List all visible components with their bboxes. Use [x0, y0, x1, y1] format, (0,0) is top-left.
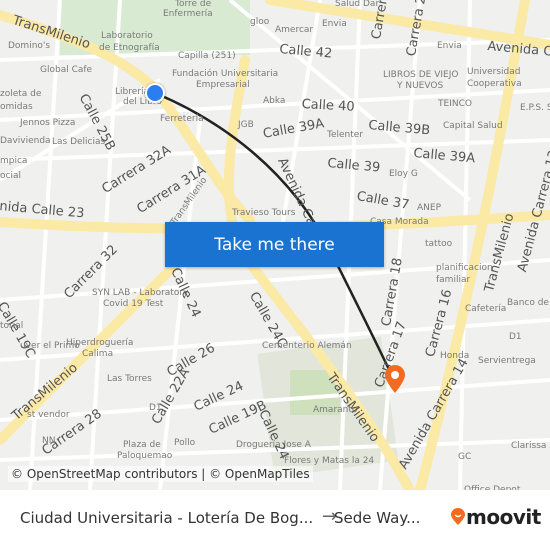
map[interactable]: TransMilenio Torre de Enfermería Laboratori…	[0, 0, 550, 490]
map-label: Enfermería	[163, 9, 213, 19]
map-label: TEINCO	[438, 99, 472, 109]
map-label: Telenter	[327, 130, 364, 140]
map-label: NN	[42, 436, 56, 446]
map-label: omidas	[0, 102, 33, 112]
map-label: Pollo	[174, 438, 196, 448]
map-label: Capital Salud	[443, 121, 503, 131]
map-label: Calle 40	[301, 97, 355, 115]
map-label: Universidad	[467, 67, 521, 77]
map-label: mpica	[0, 156, 28, 166]
map-label: torial	[0, 321, 24, 331]
map-label: Envia	[437, 41, 462, 51]
map-label: Flores y Matas la 24	[284, 456, 375, 466]
map-label: Honda	[440, 351, 470, 361]
map-label: Abka	[263, 96, 286, 106]
map-label: Amercar	[275, 25, 314, 35]
map-label: Paloquemao	[117, 451, 173, 461]
map-label: de Etnografía	[99, 43, 160, 53]
map-label: Jennos Pizza	[20, 118, 76, 128]
map-label: Domino's	[8, 41, 51, 51]
map-label: Global Cafe	[40, 65, 93, 75]
map-label: LIBROS DE VIEJO	[383, 70, 459, 80]
map-label: D1	[149, 403, 162, 413]
map-label: Y NUEVOS	[397, 81, 444, 91]
moovit-pin-icon	[451, 508, 465, 525]
map-attribution[interactable]: © OpenStreetMap contributors | © OpenMap…	[8, 466, 313, 482]
map-label: Torre de	[175, 0, 212, 9]
map-label: ANEP	[417, 203, 442, 213]
map-label: Cementerio Alemán	[262, 341, 352, 351]
map-label: st vendor	[27, 410, 70, 420]
map-label: SYN LAB - Laboratory	[92, 288, 189, 298]
map-label: Ferretería	[160, 114, 204, 124]
origin-stop-name: Ciudad Universitaria - Lotería De Bog...	[20, 509, 314, 527]
map-label: familiar	[436, 275, 471, 285]
map-label: Calima	[82, 349, 114, 359]
map-label: Cafetería	[465, 304, 507, 314]
map-label: Servientrega	[478, 356, 536, 366]
map-label: ocial	[0, 171, 21, 181]
map-label: JGB	[238, 120, 254, 130]
map-label: E.P.S. Sánitas	[520, 103, 550, 113]
map-label: zoleta de	[0, 89, 42, 99]
map-label: Covid 19 Test	[103, 299, 164, 309]
map-label: tattoo	[425, 239, 453, 249]
map-label: Empresarial	[196, 80, 250, 90]
map-label: Clarissa	[511, 441, 547, 451]
map-label: gloo	[250, 17, 270, 27]
map-label: Las Torres	[107, 374, 152, 384]
map-label: Eloy G	[389, 169, 418, 179]
map-label: Laboratorio	[101, 31, 153, 41]
map-label: Banco de	[507, 298, 549, 308]
map-label: Cooperativa	[467, 79, 522, 89]
map-label: Plaza de	[123, 440, 161, 450]
map-label: Librería	[115, 87, 149, 97]
map-label: GC	[458, 452, 472, 462]
destination-name: Sede Way...	[334, 509, 421, 527]
moovit-logo: moovit	[450, 505, 541, 529]
map-label: Davivienda	[0, 136, 51, 146]
destination-pin-icon[interactable]	[384, 364, 406, 394]
moovit-wordmark: moovit	[466, 505, 541, 529]
map-label: Travieso Tours	[232, 208, 296, 218]
map-label: Capilla (251)	[178, 51, 236, 61]
map-label: Salud Dar	[335, 0, 380, 9]
take-me-there-button[interactable]: Take me there	[165, 222, 384, 267]
origin-marker[interactable]	[145, 83, 165, 103]
map-label: Fundación Universitaria	[172, 69, 279, 79]
map-label: D1	[509, 332, 522, 342]
map-label: uver el Primo	[20, 341, 80, 351]
map-label: Envia	[322, 19, 347, 29]
map-label: planificacion	[436, 263, 493, 273]
